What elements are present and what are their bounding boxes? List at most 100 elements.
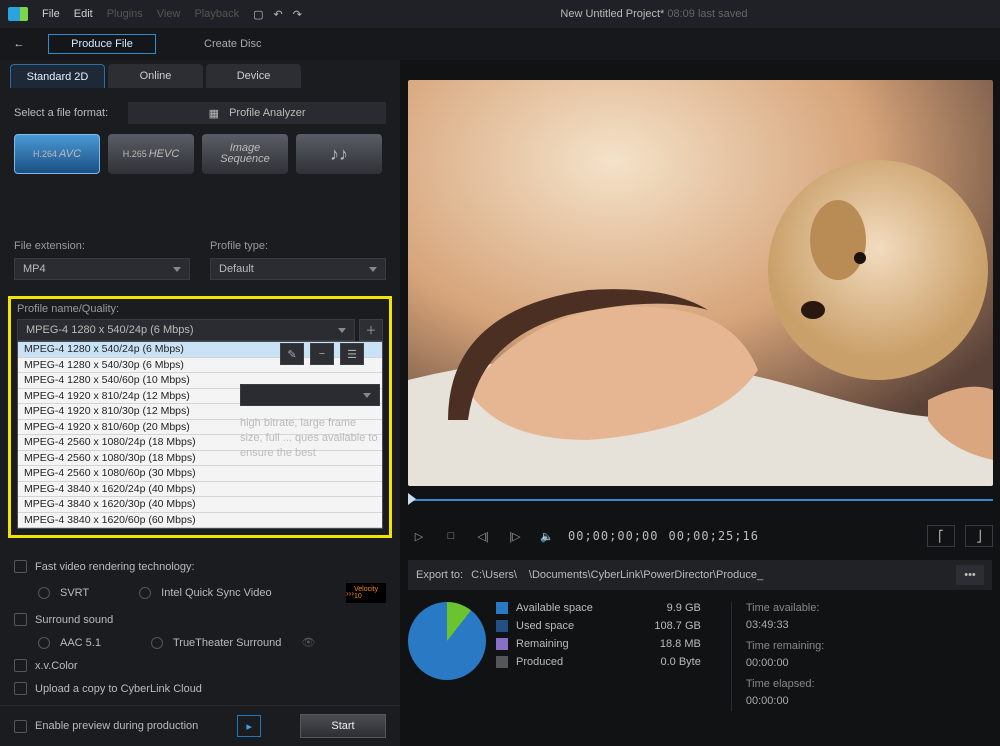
create-disc-link[interactable]: Create Disc (204, 38, 261, 50)
prev-frame-button[interactable]: ◁| (472, 525, 494, 547)
export-path-row: Export to: C:\Users\\Documents\CyberLink… (408, 560, 992, 590)
legend-label: Used space (516, 620, 574, 632)
enable-preview-label: Enable preview during production (35, 720, 198, 732)
timecode-current: 00;00;00;00 (568, 529, 658, 543)
profile-type-label: Profile type: (210, 240, 386, 252)
description-text: high bitrate, large frame size, full ...… (240, 417, 378, 459)
menu-playback[interactable]: Playback (194, 8, 239, 20)
volume-button[interactable]: 🔈 (536, 525, 558, 547)
produce-file-button[interactable]: Produce File (48, 34, 156, 54)
cloud-upload-checkbox[interactable] (14, 682, 27, 695)
output-tabs: Standard 2D Online Device (0, 64, 400, 90)
menu-file[interactable]: File (42, 8, 60, 20)
profile-analyzer-button[interactable]: ▦Profile Analyzer (128, 102, 386, 124)
format-area: Select a file format: ▦Profile Analyzer … (0, 90, 400, 186)
back-button[interactable]: ← (8, 33, 30, 55)
preview-panel: ▷ □ ◁| |▷ 🔈 00;00;00;00 00;00;25;16 ⎡ ⎦ … (400, 60, 1000, 746)
timeline[interactable] (408, 488, 993, 512)
project-title: New Untitled Project* 08:09 last saved (316, 8, 992, 20)
legend-swatch (496, 620, 508, 632)
menu-plugins[interactable]: Plugins (107, 8, 143, 20)
render-options: Fast video rendering technology: SVRT In… (0, 550, 400, 705)
legend-row: Available space (496, 602, 593, 614)
save-icon[interactable]: ▢ (253, 8, 263, 21)
svrt-label: SVRT (60, 587, 89, 599)
playhead-icon[interactable] (408, 493, 416, 505)
speaker-icon: 🔈 (540, 530, 554, 543)
truetheater-radio[interactable] (151, 637, 163, 649)
legend-value: 9.9 GB (623, 602, 701, 614)
svrt-radio[interactable] (38, 587, 50, 599)
file-extension-label: File extension: (14, 240, 190, 252)
tab-online[interactable]: Online (108, 64, 203, 88)
time-value: 00:00:00 (746, 695, 824, 707)
enable-preview-checkbox[interactable] (14, 720, 27, 733)
quality-details-button[interactable]: ☰ (340, 343, 364, 365)
time-label: Time elapsed: (746, 678, 824, 690)
aac51-radio[interactable] (38, 637, 50, 649)
quality-option[interactable]: MPEG-4 3840 x 1620/30p (40 Mbps) (18, 497, 382, 513)
quality-edit-button[interactable]: ✎ (280, 343, 304, 365)
chevron-down-icon (173, 267, 181, 272)
quality-remove-button[interactable]: − (310, 343, 334, 365)
preview-frame-image (408, 80, 993, 486)
xvcolor-label: x.v.Color (35, 660, 78, 672)
export-to-label: Export to: (416, 569, 463, 581)
legend-label: Produced (516, 656, 563, 668)
legend-row: Remaining (496, 638, 593, 650)
quicksync-radio[interactable] (139, 587, 151, 599)
disk-legend: Available space Used space Remaining Produc… (496, 602, 593, 711)
mark-out-button[interactable]: ⎦ (965, 525, 993, 547)
legend-swatch (496, 602, 508, 614)
file-extension-select[interactable]: MP4 (14, 258, 190, 280)
chevron-down-icon (369, 267, 377, 272)
produce-toolbar: ← Produce File Create Disc (0, 28, 1000, 60)
quality-label: Profile name/Quality: (17, 303, 383, 315)
produce-panel: Standard 2D Online Device Select a file … (0, 60, 400, 746)
legend-label: Available space (516, 602, 593, 614)
xvcolor-checkbox[interactable] (14, 659, 27, 672)
quality-add-button[interactable]: ＋ (359, 319, 383, 341)
redo-icon[interactable]: ↷ (293, 8, 302, 21)
legend-value: 108.7 GB (623, 620, 701, 632)
stop-button[interactable]: □ (440, 525, 462, 547)
undo-icon[interactable]: ↶ (273, 8, 282, 21)
app-logo-icon (8, 7, 28, 21)
aac51-label: AAC 5.1 (60, 637, 101, 649)
format-h264-avc[interactable]: H.264AVC (14, 134, 100, 174)
time-stats: Time available:03:49:33Time remaining:00… (731, 602, 824, 711)
quality-select[interactable]: MPEG-4 1280 x 540/24p (6 Mbps) (17, 319, 355, 341)
legend-row: Produced (496, 656, 593, 668)
disk-values: 9.9 GB108.7 GB18.8 MB0.0 Byte (623, 602, 701, 711)
description-select[interactable] (240, 384, 380, 406)
tab-device[interactable]: Device (206, 64, 301, 88)
menu-view[interactable]: View (157, 8, 181, 20)
legend-value: 18.8 MB (623, 638, 701, 650)
time-label: Time remaining: (746, 640, 824, 652)
quality-option[interactable]: MPEG-4 3840 x 1620/60p (60 Mbps) (18, 513, 382, 529)
truetheater-label: TrueTheater Surround (173, 637, 281, 649)
timecode-total: 00;00;25;16 (668, 529, 758, 543)
start-button[interactable]: Start (300, 714, 386, 738)
legend-label: Remaining (516, 638, 569, 650)
quality-option[interactable]: MPEG-4 3840 x 1620/24p (40 Mbps) (18, 482, 382, 498)
preview-player[interactable] (408, 80, 993, 486)
time-label: Time available: (746, 602, 824, 614)
profile-type-select[interactable]: Default (210, 258, 386, 280)
play-button[interactable]: ▷ (408, 525, 430, 547)
quality-option[interactable]: MPEG-4 2560 x 1080/60p (30 Mbps) (18, 466, 382, 482)
next-frame-button[interactable]: |▷ (504, 525, 526, 547)
fast-render-checkbox[interactable] (14, 560, 27, 573)
disk-stats: Available space Used space Remaining Produc… (408, 602, 992, 711)
mark-in-button[interactable]: ⎡ (927, 525, 955, 547)
tab-standard-2d[interactable]: Standard 2D (10, 64, 105, 88)
menu-edit[interactable]: Edit (74, 8, 93, 20)
export-path[interactable]: C:\Users\\Documents\CyberLink\PowerDirec… (471, 569, 948, 581)
transport-controls: ▷ □ ◁| |▷ 🔈 00;00;00;00 00;00;25;16 ⎡ ⎦ (408, 518, 993, 554)
eye-icon: 👁 (301, 636, 315, 649)
browse-button[interactable]: ••• (956, 565, 984, 585)
surround-checkbox[interactable] (14, 613, 27, 626)
format-h265-hevc[interactable]: H.265HEVC (108, 134, 194, 174)
format-image-sequence[interactable]: ImageSequence (202, 134, 288, 174)
format-audio[interactable]: ♪♪ (296, 134, 382, 174)
